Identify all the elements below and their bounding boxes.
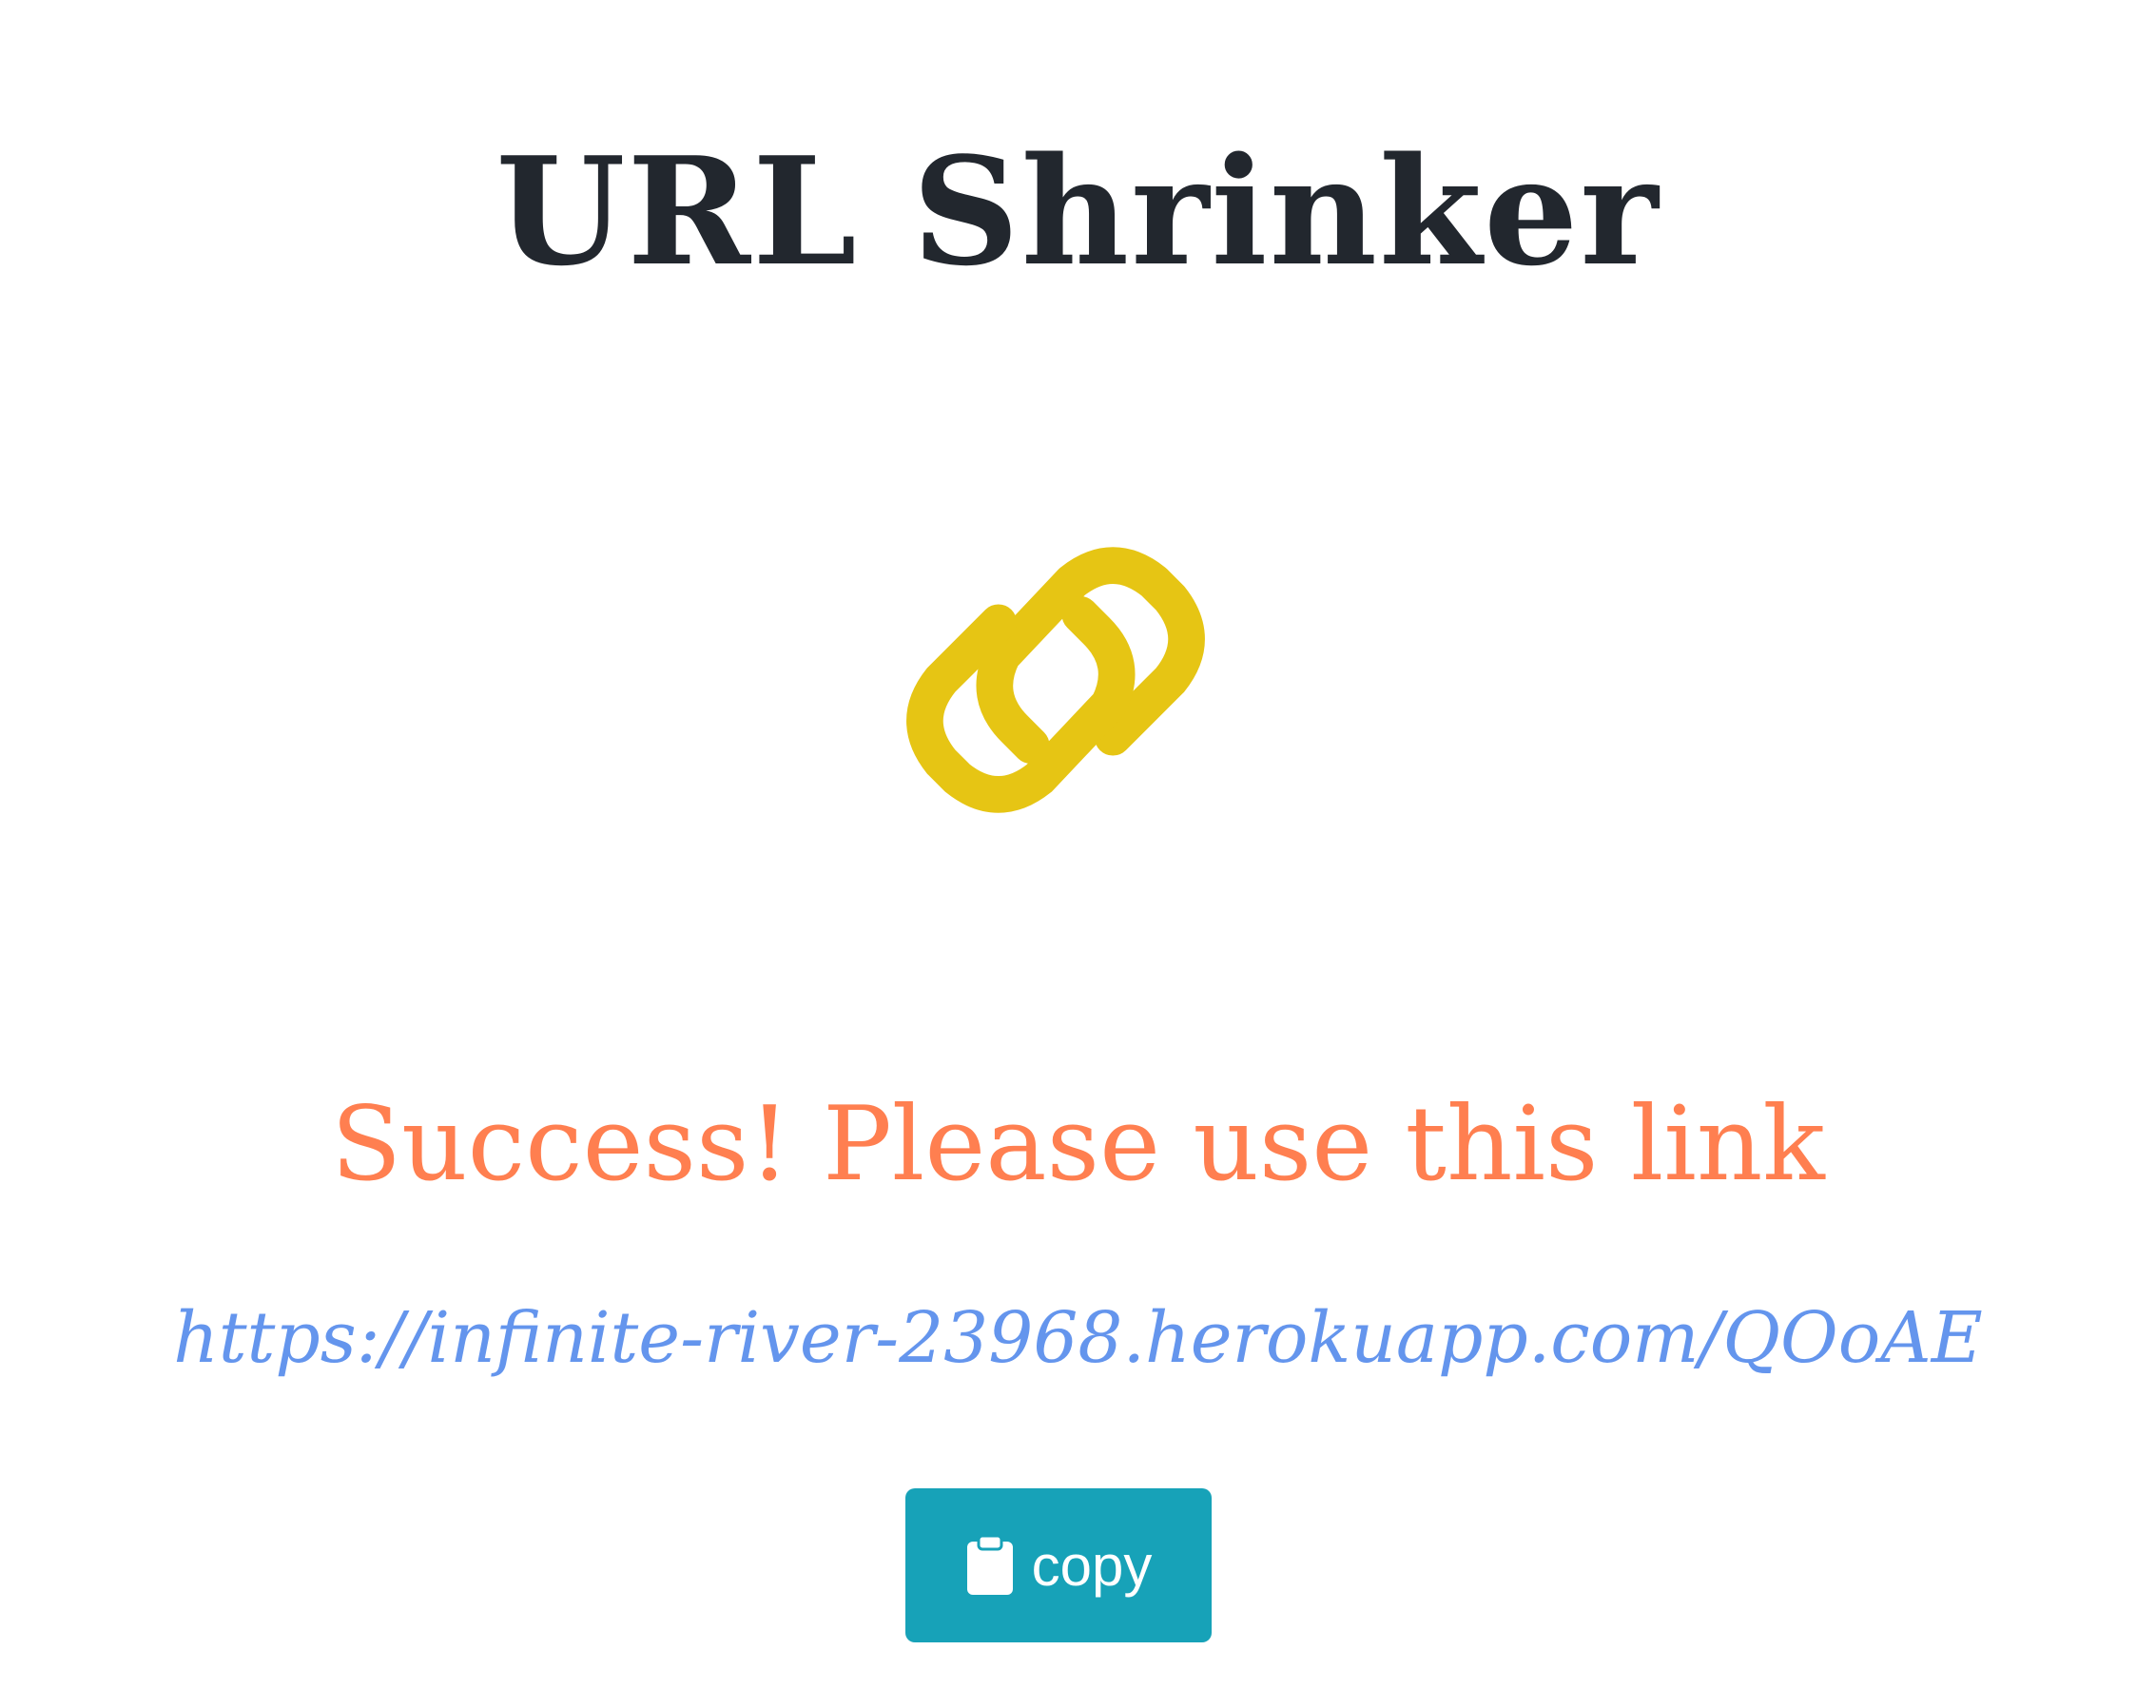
success-message: Success! Please use this link [331, 1085, 1825, 1204]
clipboard-icon [966, 1534, 1013, 1595]
short-url-link[interactable]: https://infinite-river-23968.herokuapp.c… [0, 1303, 2156, 1373]
copy-button[interactable]: copy [905, 1488, 1212, 1642]
page-title: URL Shrinker [495, 124, 1661, 299]
link-icon [851, 476, 1260, 884]
page: URL Shrinker Success! Please use this li… [0, 0, 2156, 1708]
copy-button-label: copy [1031, 1533, 1153, 1598]
